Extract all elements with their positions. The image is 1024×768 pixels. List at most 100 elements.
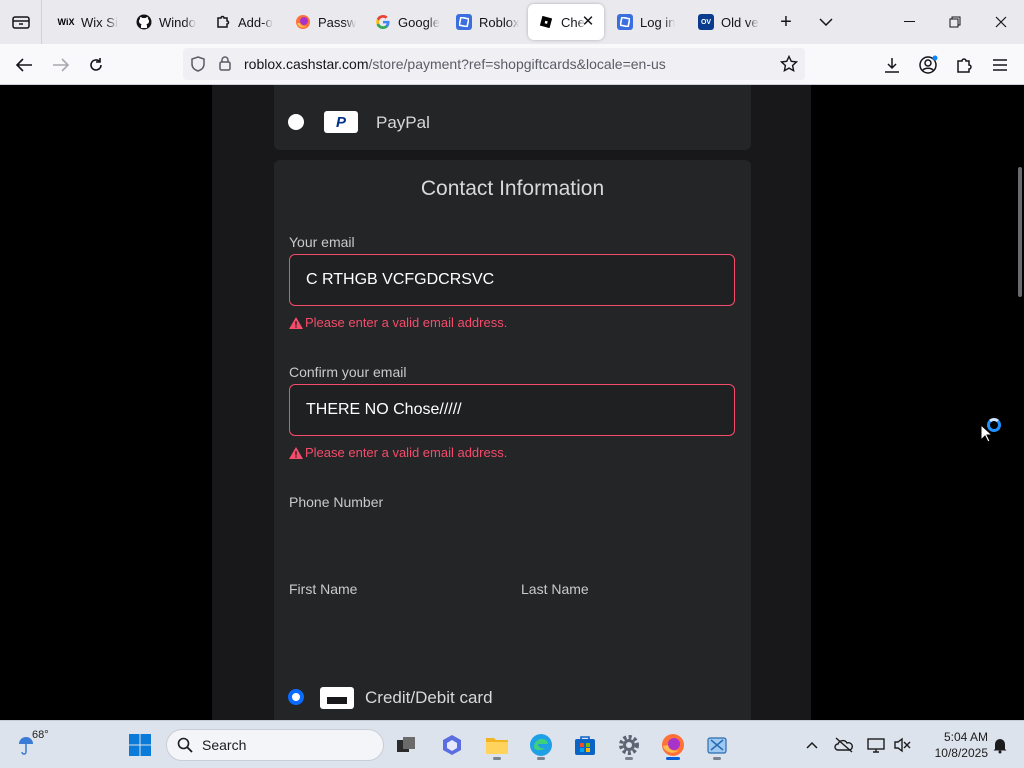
github-icon	[136, 14, 152, 30]
close-window-icon[interactable]	[978, 0, 1024, 44]
account-icon[interactable]	[915, 52, 941, 78]
paypal-radio[interactable]	[288, 114, 304, 130]
clock-date: 10/8/2025	[934, 746, 988, 760]
clock-time: 5:04 AM	[943, 730, 988, 744]
warning-icon	[289, 446, 303, 459]
weather-temperature: 68°	[32, 729, 49, 741]
tab-label: Wix Si	[81, 14, 118, 30]
microsoft-store-icon[interactable]	[569, 729, 601, 761]
tab-label: Log in	[640, 14, 676, 30]
task-view-icon[interactable]	[390, 729, 422, 761]
forward-icon[interactable]	[48, 52, 74, 78]
file-explorer-icon[interactable]	[481, 729, 513, 761]
phone-number-label: Phone Number	[289, 494, 384, 510]
onedrive-offline-icon[interactable]	[830, 729, 858, 761]
close-tab-icon[interactable]: ✕	[580, 14, 596, 30]
confirm-email-field[interactable]	[289, 384, 735, 436]
tab-label: Old ve	[721, 14, 759, 30]
firefox-taskbar-icon[interactable]	[657, 729, 689, 761]
mouse-cursor-icon	[980, 424, 992, 443]
first-name-label: First Name	[289, 581, 358, 597]
address-bar[interactable]: roblox.cashstar.com/store/payment?ref=sh…	[183, 48, 805, 80]
network-icon[interactable]	[862, 729, 890, 761]
last-name-field[interactable]	[521, 602, 735, 642]
roblox-icon	[456, 14, 472, 30]
url-text: roblox.cashstar.com/store/payment?ref=sh…	[244, 56, 666, 72]
list-all-tabs-icon	[11, 16, 30, 29]
last-name-label: Last Name	[521, 581, 589, 597]
tab-label: Passw	[318, 14, 357, 30]
active-indicator	[666, 757, 680, 760]
restore-icon[interactable]	[932, 0, 978, 44]
tab-4[interactable]: Google	[365, 4, 441, 40]
wix-icon: WiX	[57, 17, 75, 27]
minimize-icon[interactable]	[886, 0, 932, 44]
running-indicator	[537, 757, 545, 760]
credit-card-label: Credit/Debit card	[365, 688, 493, 707]
google-icon	[375, 14, 391, 30]
confirm-email-error: Please enter a valid email address.	[289, 445, 507, 460]
navigation-toolbar: roblox.cashstar.com/store/payment?ref=sh…	[0, 44, 1024, 85]
downloads-icon[interactable]	[879, 52, 905, 78]
firefox-icon	[295, 14, 311, 30]
tab-7[interactable]: Log in	[607, 4, 685, 40]
paypal-label: PayPal	[376, 113, 430, 132]
confirm-email-error-text: Please enter a valid email address.	[305, 445, 508, 460]
roblox-icon	[617, 14, 633, 30]
bookmark-star-icon[interactable]	[779, 54, 799, 78]
running-indicator	[713, 757, 721, 760]
phone-number-field[interactable]	[289, 515, 735, 555]
running-indicator	[493, 757, 501, 760]
tab-label: Google	[398, 14, 440, 30]
tab-strip: WiX Wix Si Windo Add-o Passw Google Robl…	[0, 0, 1024, 44]
tab-label: Add-o	[238, 14, 273, 30]
email-error: Please enter a valid email address.	[289, 315, 507, 330]
scrollbar-thumb[interactable]	[1018, 167, 1022, 297]
tab-8[interactable]: OV Old ve	[688, 4, 764, 40]
snipping-tool-icon[interactable]	[701, 729, 733, 761]
confirm-email-label: Confirm your email	[289, 364, 407, 380]
edge-icon[interactable]	[525, 729, 557, 761]
taskbar: 68° Search 5:04 AM 10/8/2025	[0, 720, 1024, 768]
credit-card-radio[interactable]	[288, 689, 304, 705]
windows-start-icon[interactable]	[124, 729, 156, 761]
email-field[interactable]	[289, 254, 735, 306]
taskbar-search-placeholder: Search	[202, 737, 247, 753]
tab-list-button[interactable]	[0, 0, 42, 44]
notifications-bell-icon[interactable]	[988, 729, 1012, 761]
show-hidden-icons-chevron-icon[interactable]	[798, 729, 826, 761]
menu-icon[interactable]	[987, 52, 1013, 78]
first-name-field[interactable]	[289, 602, 504, 642]
email-error-text: Please enter a valid email address.	[305, 315, 508, 330]
ov-icon: OV	[698, 14, 714, 30]
taskbar-search-box[interactable]: Search	[166, 729, 384, 761]
url-host: roblox.cashstar.com	[244, 56, 369, 72]
email-label: Your email	[289, 234, 355, 250]
reload-icon[interactable]	[83, 52, 109, 78]
credit-card-icon	[320, 687, 354, 709]
shield-icon[interactable]	[191, 56, 205, 77]
system-clock[interactable]: 5:04 AM 10/8/2025	[918, 729, 988, 761]
warning-icon	[289, 316, 303, 329]
tab-2[interactable]: Add-o	[205, 4, 277, 40]
new-tab-icon[interactable]: +	[776, 12, 796, 32]
back-icon[interactable]	[11, 52, 37, 78]
tab-label: Windo	[159, 14, 196, 30]
tab-6-active[interactable]: Che ✕	[528, 4, 604, 40]
tab-0[interactable]: WiX Wix Si	[48, 4, 120, 40]
tab-5[interactable]: Roblox	[446, 4, 522, 40]
settings-gear-icon[interactable]	[613, 729, 645, 761]
tab-label: Roblox	[479, 14, 520, 30]
lock-icon[interactable]	[219, 56, 231, 76]
copilot-icon[interactable]	[436, 729, 468, 761]
contact-information-title: Contact Information	[420, 177, 605, 200]
running-indicator	[625, 757, 633, 760]
roblox-black-icon	[538, 14, 554, 30]
tab-1[interactable]: Windo	[126, 4, 198, 40]
tab-3[interactable]: Passw	[285, 4, 357, 40]
paypal-icon: P	[324, 111, 358, 133]
extensions-icon[interactable]	[951, 52, 977, 78]
url-path: /store/payment?ref=shopgiftcards&locale=…	[368, 56, 666, 72]
volume-muted-icon[interactable]	[888, 729, 916, 761]
chevron-down-icon[interactable]	[816, 12, 836, 32]
